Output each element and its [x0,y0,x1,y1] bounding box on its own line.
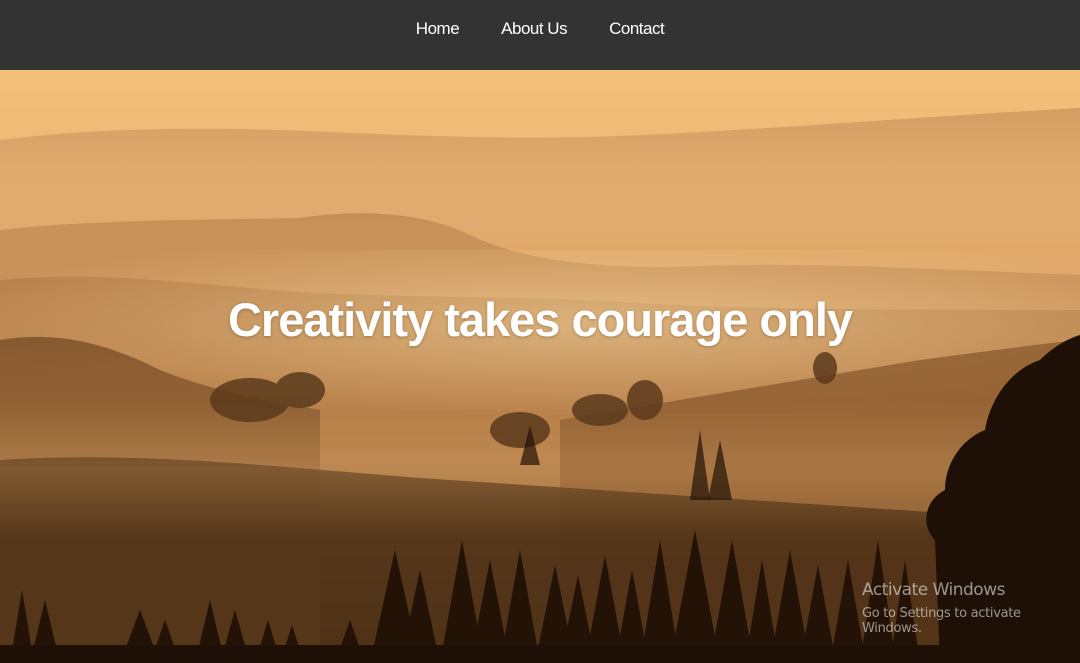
watermark-subtitle: Go to Settings to activate Windows. [862,606,1021,636]
top-navbar: Home About Us Contact [0,0,1080,70]
hero-background-image [0,70,1080,663]
nav-link-home[interactable]: Home [416,19,460,39]
activate-windows-watermark: Activate Windows Go to Settings to activ… [862,580,1080,636]
nav-link-about-us[interactable]: About Us [501,19,567,39]
hero-title: Creativity takes courage only [227,293,853,346]
hero-section: Creativity takes courage only Activate W… [0,70,1080,663]
nav-link-contact[interactable]: Contact [609,19,665,39]
watermark-title: Activate Windows [862,580,1005,600]
